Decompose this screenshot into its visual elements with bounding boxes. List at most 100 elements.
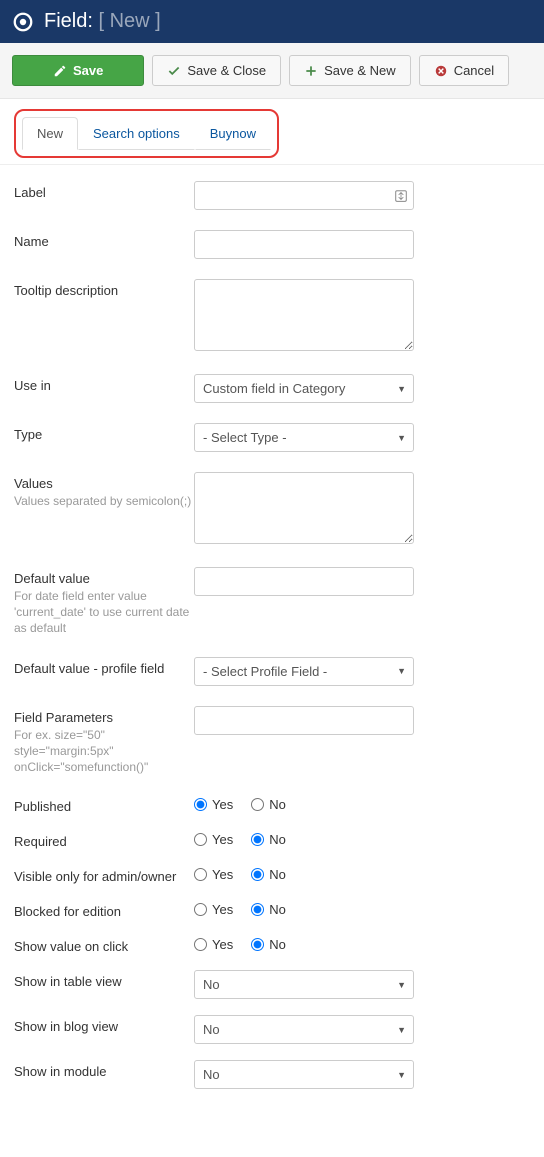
label-input[interactable] bbox=[194, 181, 414, 210]
blocked-edit-yes-radio[interactable] bbox=[194, 903, 207, 916]
hint-default-value: For date field enter value 'current_date… bbox=[14, 588, 194, 637]
tabs: New Search options Buynow bbox=[22, 117, 271, 150]
label-show-table: Show in table view bbox=[14, 970, 194, 989]
show-on-click-yes[interactable]: Yes bbox=[194, 937, 233, 952]
radio-yes-label: Yes bbox=[212, 797, 233, 812]
published-radio-group: Yes No bbox=[194, 795, 530, 812]
separator bbox=[0, 164, 544, 165]
required-yes-radio[interactable] bbox=[194, 833, 207, 846]
radio-no-label: No bbox=[269, 797, 286, 812]
save-button[interactable]: Save bbox=[12, 55, 144, 86]
published-no[interactable]: No bbox=[251, 797, 286, 812]
label-show-on-click: Show value on click bbox=[14, 935, 194, 954]
title-new: [ New ] bbox=[98, 10, 160, 32]
blocked-edit-yes[interactable]: Yes bbox=[194, 902, 233, 917]
check-icon bbox=[167, 64, 181, 78]
visible-admin-no-radio[interactable] bbox=[251, 868, 264, 881]
save-close-button[interactable]: Save & Close bbox=[152, 55, 281, 86]
values-textarea[interactable] bbox=[194, 472, 414, 544]
label-field-params: Field Parameters bbox=[14, 710, 194, 725]
type-select[interactable]: - Select Type - bbox=[194, 423, 414, 452]
row-show-blog: Show in blog view No bbox=[14, 1015, 530, 1044]
show-on-click-radio-group: Yes No bbox=[194, 935, 530, 952]
row-field-params: Field Parameters For ex. size="50" style… bbox=[14, 706, 530, 776]
visible-admin-yes[interactable]: Yes bbox=[194, 867, 233, 882]
row-show-table: Show in table view No bbox=[14, 970, 530, 999]
visible-admin-yes-radio[interactable] bbox=[194, 868, 207, 881]
label-default-value: Default value bbox=[14, 571, 194, 586]
tabs-highlight: New Search options Buynow bbox=[14, 109, 279, 158]
label-show-module: Show in module bbox=[14, 1060, 194, 1079]
visible-admin-no[interactable]: No bbox=[251, 867, 286, 882]
default-value-input[interactable] bbox=[194, 567, 414, 596]
tab-buynow[interactable]: Buynow bbox=[195, 117, 271, 150]
show-on-click-yes-radio[interactable] bbox=[194, 938, 207, 951]
label-default-profile: Default value - profile field bbox=[14, 657, 194, 676]
save-new-button[interactable]: Save & New bbox=[289, 55, 411, 86]
row-required: Required Yes No bbox=[14, 830, 530, 849]
row-tooltip: Tooltip description bbox=[14, 279, 530, 354]
label-name: Name bbox=[14, 230, 194, 249]
row-default-profile: Default value - profile field - Select P… bbox=[14, 657, 530, 686]
blocked-edit-no-radio[interactable] bbox=[251, 903, 264, 916]
page-title: Field: [ New ] bbox=[44, 10, 161, 33]
field-params-input[interactable] bbox=[194, 706, 414, 735]
label-type: Type bbox=[14, 423, 194, 442]
visible-admin-radio-group: Yes No bbox=[194, 865, 530, 882]
row-show-on-click: Show value on click Yes No bbox=[14, 935, 530, 954]
row-type: Type - Select Type - bbox=[14, 423, 530, 452]
published-no-radio[interactable] bbox=[251, 798, 264, 811]
use-in-select[interactable]: Custom field in Category bbox=[194, 374, 414, 403]
row-values: Values Values separated by semicolon(;) bbox=[14, 472, 530, 547]
label-values: Values bbox=[14, 476, 194, 491]
save-icon bbox=[53, 64, 67, 78]
label-required: Required bbox=[14, 830, 194, 849]
row-use-in: Use in Custom field in Category bbox=[14, 374, 530, 403]
show-on-click-no[interactable]: No bbox=[251, 937, 286, 952]
tooltip-textarea[interactable] bbox=[194, 279, 414, 351]
hint-field-params: For ex. size="50" style="margin:5px" onC… bbox=[14, 727, 194, 776]
save-new-label: Save & New bbox=[324, 63, 396, 78]
plus-icon bbox=[304, 64, 318, 78]
show-on-click-no-radio[interactable] bbox=[251, 938, 264, 951]
row-blocked-edit: Blocked for edition Yes No bbox=[14, 900, 530, 919]
row-name: Name bbox=[14, 230, 530, 259]
show-table-select[interactable]: No bbox=[194, 970, 414, 999]
required-no[interactable]: No bbox=[251, 832, 286, 847]
label-show-blog: Show in blog view bbox=[14, 1015, 194, 1034]
row-published: Published Yes No bbox=[14, 795, 530, 814]
default-profile-select[interactable]: - Select Profile Field - bbox=[194, 657, 414, 686]
required-no-radio[interactable] bbox=[251, 833, 264, 846]
blocked-edit-radio-group: Yes No bbox=[194, 900, 530, 917]
name-input[interactable] bbox=[194, 230, 414, 259]
published-yes-radio[interactable] bbox=[194, 798, 207, 811]
required-radio-group: Yes No bbox=[194, 830, 530, 847]
translate-icon[interactable] bbox=[394, 189, 408, 203]
toolbar: Save Save & Close Save & New Cancel bbox=[0, 43, 544, 99]
label-use-in: Use in bbox=[14, 374, 194, 393]
show-blog-select[interactable]: No bbox=[194, 1015, 414, 1044]
label-published: Published bbox=[14, 795, 194, 814]
save-label: Save bbox=[73, 63, 103, 78]
row-label: Label bbox=[14, 181, 530, 210]
page-header: Field: [ New ] bbox=[0, 0, 544, 43]
show-module-select[interactable]: No bbox=[194, 1060, 414, 1089]
label-blocked-edit: Blocked for edition bbox=[14, 900, 194, 919]
published-yes[interactable]: Yes bbox=[194, 797, 233, 812]
tab-search-options[interactable]: Search options bbox=[78, 117, 195, 150]
title-prefix: Field: bbox=[44, 10, 93, 32]
required-yes[interactable]: Yes bbox=[194, 832, 233, 847]
row-show-module: Show in module No bbox=[14, 1060, 530, 1089]
row-visible-admin: Visible only for admin/owner Yes No bbox=[14, 865, 530, 884]
cancel-icon bbox=[434, 64, 448, 78]
tab-new[interactable]: New bbox=[22, 117, 78, 150]
save-close-label: Save & Close bbox=[187, 63, 266, 78]
content: New Search options Buynow Label Name Too… bbox=[0, 99, 544, 1119]
cancel-button[interactable]: Cancel bbox=[419, 55, 509, 86]
label-visible-admin: Visible only for admin/owner bbox=[14, 865, 194, 884]
label-tooltip: Tooltip description bbox=[14, 279, 194, 298]
row-default-value: Default value For date field enter value… bbox=[14, 567, 530, 637]
label-label: Label bbox=[14, 181, 194, 200]
blocked-edit-no[interactable]: No bbox=[251, 902, 286, 917]
hint-values: Values separated by semicolon(;) bbox=[14, 493, 194, 509]
